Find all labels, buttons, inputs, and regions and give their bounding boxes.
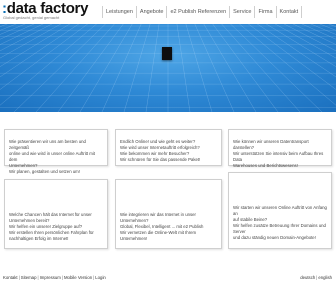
box-text-line: Wir starten wir unseren Online Auftritt … — [233, 205, 327, 216]
box-text-line: Wie präsentieren wir uns am besten und z… — [9, 139, 86, 150]
hero-grid-line — [274, 24, 336, 59]
hero-block-icon — [162, 47, 172, 60]
box-text-line: nachhaltigen Erfolg im Internet! — [9, 236, 69, 241]
hero-banner — [0, 24, 336, 112]
hero-grid-line — [0, 24, 97, 106]
nav-item-leistungen[interactable]: Leistungen — [102, 6, 136, 18]
hero-grid-line — [0, 24, 44, 45]
content-box-hosting[interactable]: Wir starten wir unseren Online Auftritt … — [228, 172, 332, 249]
hero-grid-line — [0, 24, 8, 27]
hero-grid-line — [0, 24, 111, 112]
hero-grid-line — [248, 24, 336, 90]
footer-link-impressum[interactable]: Impressum — [40, 275, 61, 280]
hero-grid-line — [256, 24, 336, 78]
hero-grid-line — [225, 24, 336, 112]
hero-grid — [0, 24, 336, 112]
footer-links: Kontakt|Sitemap|Impressum|Mobile Version… — [3, 275, 106, 281]
hero-grid-line — [176, 24, 191, 112]
content-box-marketing[interactable]: Endlich Online! und wie geht es weiter? … — [115, 129, 222, 166]
hero-grid-line — [0, 24, 88, 90]
hero-grid-line — [239, 24, 336, 106]
nav-item-angebote[interactable]: Angebote — [135, 6, 167, 18]
hero-grid-line — [145, 24, 160, 112]
hero-grid-line — [123, 24, 151, 112]
site-logo[interactable]: :data factory — [2, 1, 88, 16]
hero-grid-line — [301, 24, 336, 40]
box-text-line: Wie integrieren wir das Internet in unse… — [120, 212, 196, 223]
hero-grid-line — [0, 24, 53, 52]
hero-grid-line — [0, 24, 80, 78]
box-text-line: Warehouses und Berichtswesens! — [233, 163, 298, 168]
site-tagline: Global gedacht, genial gemacht — [3, 15, 60, 20]
content-box-datawarehouse[interactable]: Wie können wir unseren Datentransport da… — [228, 129, 332, 168]
box-text-line: Wir planen, gestalten und setzen um! — [9, 169, 80, 174]
content-box-webdesign[interactable]: Wie präsentieren wir uns am besten und z… — [4, 129, 108, 174]
footer-link-mobile[interactable]: Mobile Version — [64, 275, 92, 280]
nav-item-referenzen[interactable]: e2 Publish Referenzen — [166, 6, 229, 18]
box-text-line: Wir unterstützen Sie intensiv beim Aufba… — [233, 151, 324, 162]
language-switcher: deutsch|english — [300, 275, 332, 281]
lang-english[interactable]: english — [318, 275, 332, 280]
box-text-line: Wir vernetzen die Online-Welt mit Ihrem … — [120, 230, 197, 241]
hero-grid-line — [0, 24, 17, 31]
hero-grid-line — [185, 24, 213, 112]
hero-grid-line — [283, 24, 336, 52]
hero-grid-line — [319, 24, 336, 31]
footer-link-login[interactable]: Login — [95, 275, 106, 280]
footer-link-kontakt[interactable]: Kontakt — [3, 275, 18, 280]
main-nav: Leistungen Angebote e2 Publish Referenze… — [102, 6, 303, 18]
hero-grid-line — [212, 24, 279, 112]
lang-deutsch[interactable]: deutsch — [300, 275, 315, 280]
nav-item-firma[interactable]: Firma — [254, 6, 275, 18]
hero-grid-line — [194, 24, 235, 112]
nav-item-kontakt[interactable]: Kontakt — [275, 6, 303, 18]
hero-grid-line — [101, 24, 142, 112]
hero-grid-line — [221, 24, 301, 112]
site-header: :data factory Global gedacht, genial gem… — [0, 0, 336, 22]
footer-link-sitemap[interactable]: Sitemap — [21, 275, 37, 280]
hero-grid-line — [0, 24, 35, 40]
box-text-line: Wir helfen zusätze Betreuung Ihrer Domai… — [233, 223, 326, 234]
box-text-line: online und wie wird in unser online Auft… — [9, 151, 95, 162]
content-box-beratung[interactable]: Welche Chancen hält das Internet für uns… — [4, 179, 108, 249]
hero-grid-line — [35, 24, 115, 112]
box-text-line: Wie können wir unseren Datentransport da… — [233, 139, 309, 150]
hero-grid-line — [328, 24, 336, 27]
content-box-e2publish[interactable]: Wie integrieren wir das Internet in unse… — [115, 179, 222, 249]
box-text-line: und dazu ständig neuen Domain-Angebote! — [233, 235, 316, 240]
hero-grid-line — [292, 24, 336, 45]
hero-grid-line — [57, 24, 124, 112]
box-text-line: Wir schnüren für Sie das passende Paket! — [120, 157, 201, 162]
hero-grid-line — [0, 24, 62, 59]
nav-item-service[interactable]: Service — [229, 6, 254, 18]
